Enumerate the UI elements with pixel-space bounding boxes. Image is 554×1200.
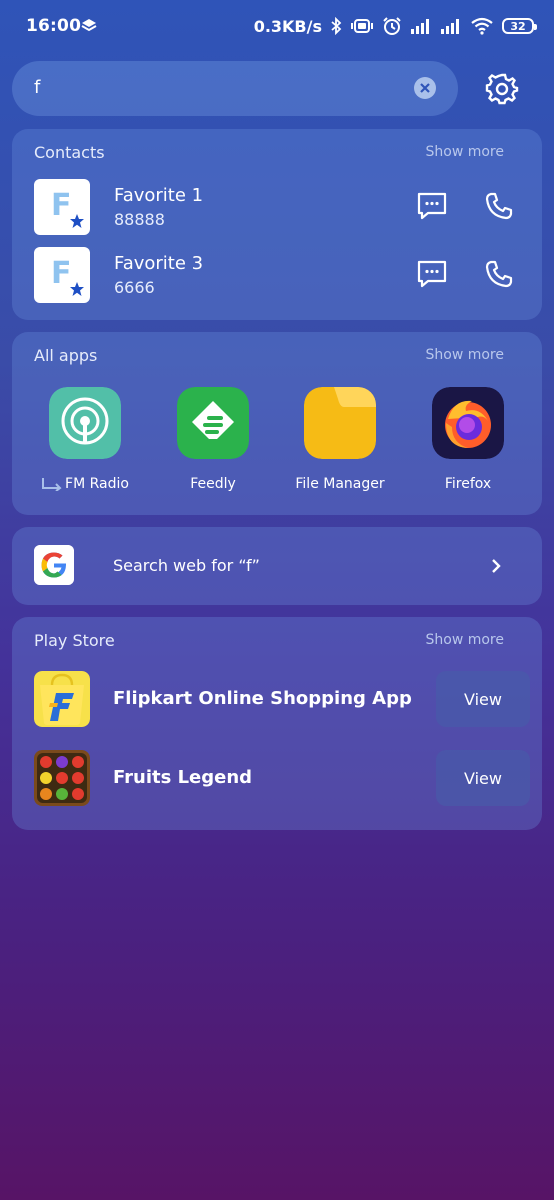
view-button[interactable]: View bbox=[436, 671, 530, 727]
contact-item[interactable]: F Favorite 1 88888 bbox=[34, 179, 530, 235]
app-label: Firefox bbox=[444, 476, 492, 492]
apps-card: All apps Show more FM Radio Feedly File … bbox=[12, 332, 542, 515]
contacts-show-more[interactable]: Show more bbox=[426, 144, 505, 160]
stack-icon bbox=[81, 19, 97, 32]
battery-level: 32 bbox=[510, 19, 526, 33]
alarm-icon bbox=[383, 17, 401, 35]
chevron-right-icon bbox=[492, 559, 501, 573]
play-store-item-name: Fruits Legend bbox=[113, 767, 253, 788]
play-store-show-more[interactable]: Show more bbox=[426, 632, 505, 648]
phone-icon[interactable] bbox=[484, 259, 514, 289]
folder-icon bbox=[304, 387, 376, 459]
contact-number: 88888 bbox=[114, 210, 165, 229]
message-icon[interactable] bbox=[416, 259, 448, 289]
contact-item[interactable]: F Favorite 3 6666 bbox=[34, 247, 530, 303]
apps-title: All apps bbox=[34, 346, 98, 365]
network-speed: 0.3KB/s bbox=[253, 16, 322, 36]
contact-avatar: F bbox=[34, 247, 90, 303]
app-label: Feedly bbox=[190, 476, 236, 492]
bluetooth-icon bbox=[331, 17, 342, 35]
search-input[interactable]: f bbox=[34, 77, 40, 98]
fruits-legend-icon bbox=[34, 750, 90, 806]
phone-icon[interactable] bbox=[484, 191, 514, 221]
close-icon bbox=[420, 83, 430, 93]
play-store-item[interactable]: Fruits Legend View bbox=[34, 750, 530, 806]
play-store-item[interactable]: Flipkart Online Shopping App View bbox=[34, 671, 530, 727]
battery-icon: 32 bbox=[502, 18, 537, 34]
contact-number: 6666 bbox=[114, 278, 155, 297]
flipkart-icon bbox=[34, 671, 90, 727]
firefox-icon bbox=[432, 387, 504, 459]
vibrate-icon bbox=[351, 19, 373, 33]
wifi-icon bbox=[471, 17, 493, 35]
contacts-card: Contacts Show more F Favorite 1 88888 F … bbox=[12, 129, 542, 320]
play-store-card: Play Store Show more Flipkart Online Sho… bbox=[12, 617, 542, 830]
app-label: FM Radio bbox=[25, 476, 145, 492]
view-button[interactable]: View bbox=[436, 750, 530, 806]
radio-icon bbox=[49, 387, 121, 459]
contact-name: Favorite 3 bbox=[114, 253, 204, 274]
play-store-item-name: Flipkart Online Shopping App bbox=[113, 688, 412, 709]
status-right: 0.3KB/s 32 bbox=[253, 14, 537, 38]
signal-icon-2 bbox=[441, 19, 459, 34]
shortcut-arrow-icon bbox=[42, 478, 62, 492]
web-search-row[interactable]: Search web for “f” bbox=[12, 527, 542, 605]
search-bar[interactable]: f bbox=[12, 61, 458, 116]
favorite-star-icon bbox=[70, 214, 84, 228]
settings-gear-icon[interactable] bbox=[485, 72, 519, 106]
google-icon bbox=[34, 545, 74, 585]
web-search-label: Search web for “f” bbox=[113, 556, 260, 575]
favorite-star-icon bbox=[70, 282, 84, 296]
status-bar: 16:00 0.3KB/s 32 bbox=[0, 0, 554, 54]
status-time: 16:00 bbox=[26, 16, 82, 36]
contact-name: Favorite 1 bbox=[114, 185, 204, 206]
feedly-icon bbox=[177, 387, 249, 459]
message-icon[interactable] bbox=[416, 191, 448, 221]
play-store-title: Play Store bbox=[34, 631, 115, 650]
clear-search-button[interactable] bbox=[414, 77, 436, 99]
contacts-title: Contacts bbox=[34, 143, 105, 162]
app-label: File Manager bbox=[295, 476, 385, 492]
signal-icon-1 bbox=[411, 19, 429, 34]
app-label-text: FM Radio bbox=[65, 476, 129, 492]
apps-show-more[interactable]: Show more bbox=[426, 347, 505, 363]
contact-avatar: F bbox=[34, 179, 90, 235]
